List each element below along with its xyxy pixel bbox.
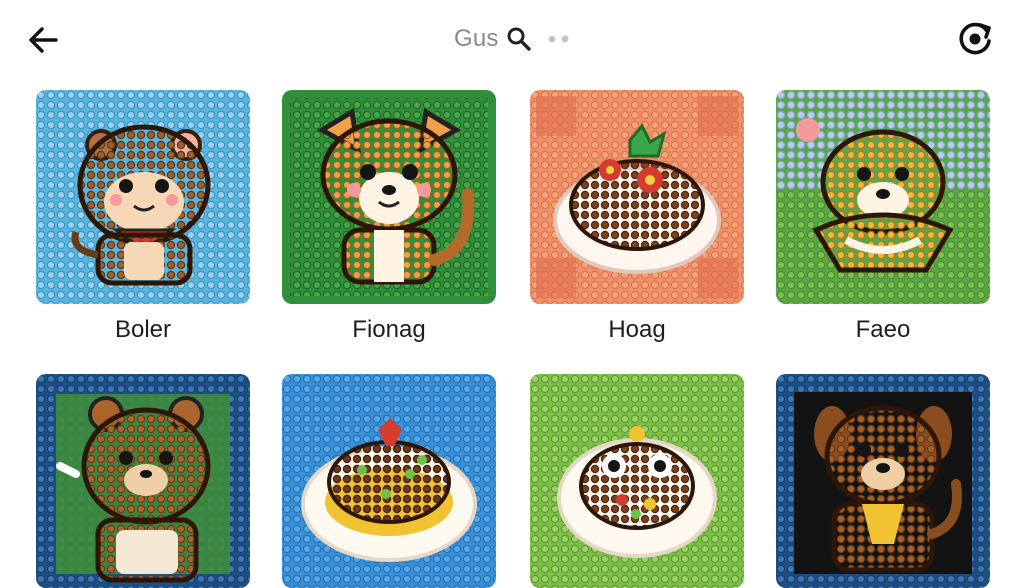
card-title: Faeo bbox=[855, 316, 911, 343]
fox-bead-art bbox=[282, 90, 496, 304]
dots-icon[interactable] bbox=[545, 31, 573, 47]
food-plate-bead-art bbox=[530, 90, 744, 304]
card-title: Fionag bbox=[352, 316, 426, 343]
refresh-button[interactable] bbox=[952, 16, 998, 62]
puppy-bead-art bbox=[776, 374, 990, 588]
card-title: Boler bbox=[114, 316, 172, 343]
search-field[interactable]: Gus bbox=[454, 22, 573, 56]
search-query: Gus bbox=[454, 25, 499, 52]
card-title: Hoag bbox=[608, 316, 666, 343]
dog-bead-art bbox=[776, 90, 990, 304]
monkey-bead-art bbox=[36, 90, 250, 304]
refresh-icon bbox=[959, 22, 991, 55]
dish-bead-art bbox=[282, 374, 496, 588]
back-button[interactable] bbox=[24, 20, 64, 60]
owl-dish-bead-art bbox=[530, 374, 744, 588]
search-icon[interactable] bbox=[505, 25, 533, 53]
top-bar: Gus bbox=[0, 0, 1024, 78]
arrow-left-icon bbox=[29, 27, 58, 53]
bear-bead-art bbox=[36, 374, 250, 588]
